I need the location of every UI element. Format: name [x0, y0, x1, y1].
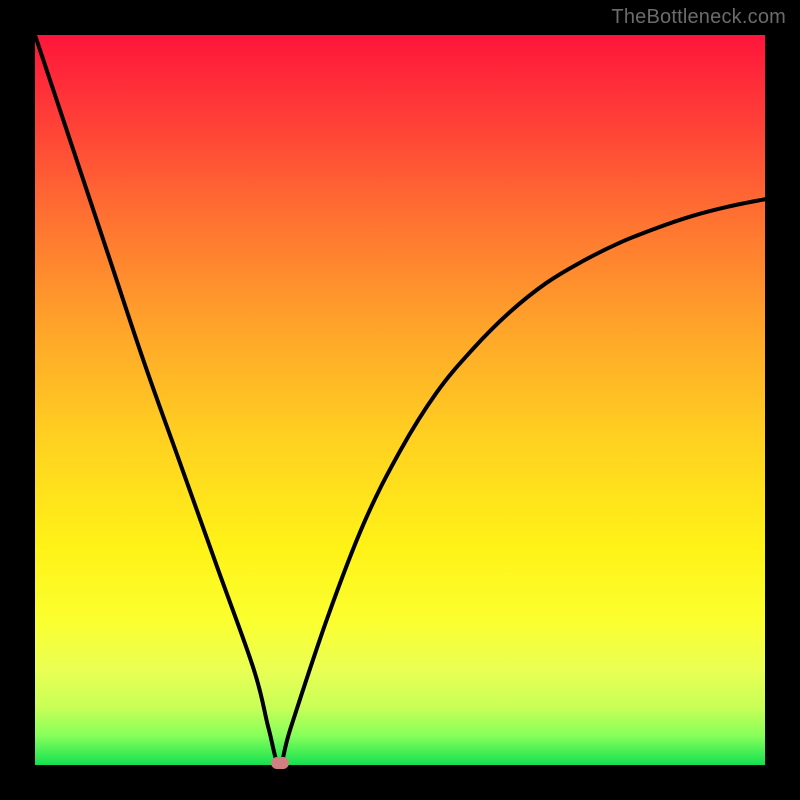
watermark-text: TheBottleneck.com: [611, 6, 786, 29]
plot-area: [35, 35, 765, 765]
bottleneck-curve: [35, 35, 765, 765]
chart-frame: TheBottleneck.com: [0, 0, 800, 800]
minimum-marker: [271, 757, 289, 769]
